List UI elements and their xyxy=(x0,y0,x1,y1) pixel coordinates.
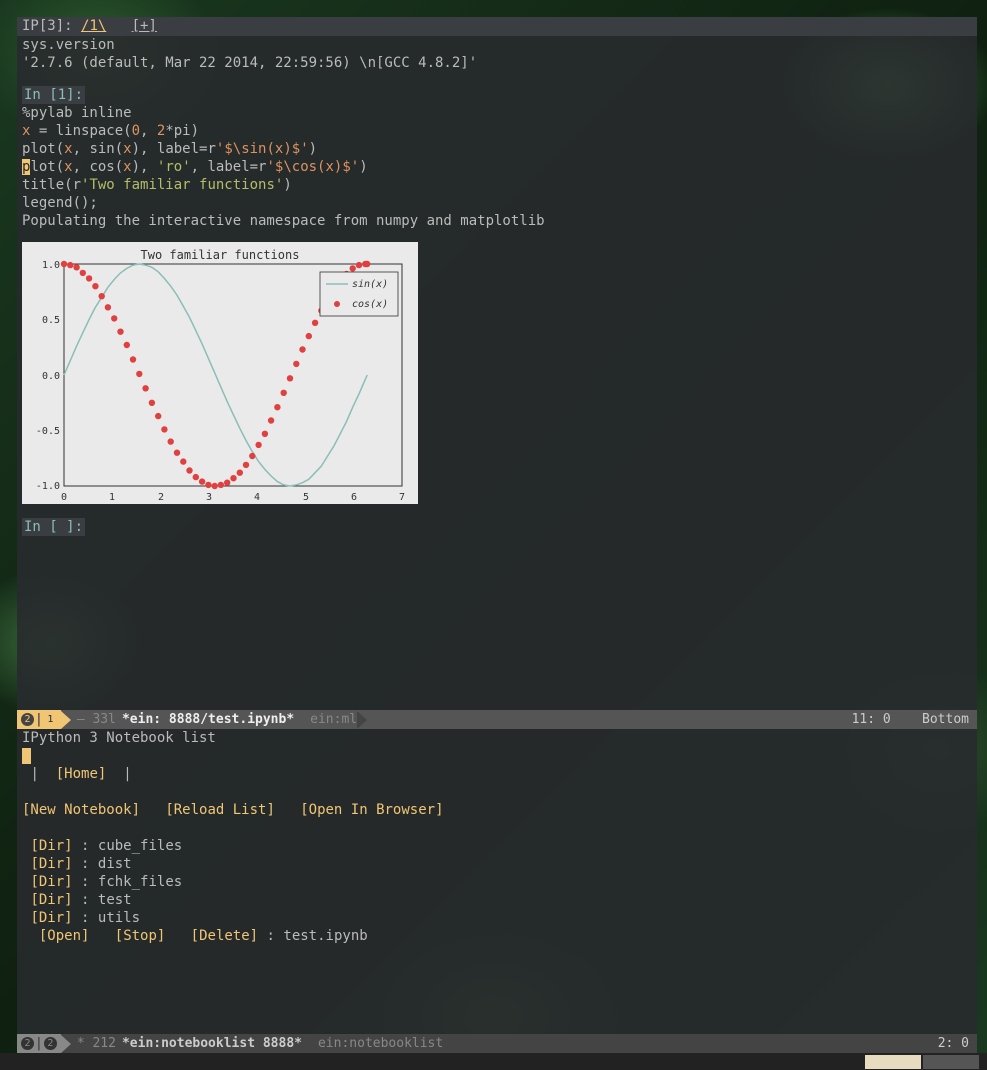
output-line: '2.7.6 (default, Mar 22 2014, 22:59:56) … xyxy=(22,54,972,72)
svg-text:1: 1 xyxy=(109,492,115,503)
major-mode: ein:notebooklist xyxy=(312,1034,449,1053)
header-line: IP[3]: /1\ [+] xyxy=(17,17,977,36)
cell-prompt: In [ ]: xyxy=(22,518,85,536)
ip-label: IP[3]: xyxy=(22,18,73,34)
notebook-actions: [New Notebook] [Reload List] [Open In Br… xyxy=(22,801,972,819)
powerline-arrow-icon xyxy=(61,1035,71,1053)
taskbar-button[interactable] xyxy=(923,1055,979,1069)
powerline-arrow-icon xyxy=(294,711,304,729)
output-line: sys.version xyxy=(22,36,972,54)
kernel-indicator[interactable]: /1\ xyxy=(81,18,106,34)
code-line[interactable]: %pylab inline xyxy=(22,104,972,122)
svg-text:cos(x): cos(x) xyxy=(352,299,388,310)
svg-text:-1.0: -1.0 xyxy=(36,481,60,492)
cell-prompt: In [1]: xyxy=(22,86,85,104)
svg-text:7: 7 xyxy=(399,492,405,503)
code-line[interactable]: legend(); xyxy=(22,194,972,212)
breadcrumb: | [Home] | xyxy=(22,765,972,783)
svg-text:0: 0 xyxy=(61,492,67,503)
list-item: [Dir] : fchk_files xyxy=(22,873,972,891)
svg-text:5: 5 xyxy=(303,492,309,503)
code-line[interactable]: title(r'Two familiar functions') xyxy=(22,176,972,194)
dir-name[interactable]: fchk_files xyxy=(98,874,182,890)
code-line[interactable]: plot(x, sin(x), label=r'$\sin(x)$') xyxy=(22,140,972,158)
cell-output: Populating the interactive namespace fro… xyxy=(22,212,972,230)
dir-name[interactable]: utils xyxy=(98,910,140,926)
svg-text:sin(x): sin(x) xyxy=(352,279,388,290)
open-notebook-button[interactable]: [Open] xyxy=(39,928,90,944)
major-mode: ein:ml xyxy=(304,710,363,729)
dir-tag[interactable]: [Dir] xyxy=(30,856,72,872)
svg-text:0.0: 0.0 xyxy=(42,371,60,382)
code-line[interactable]: plot(x, cos(x), 'ro', label=r'$\cos(x)$'… xyxy=(22,158,972,176)
svg-text:3: 3 xyxy=(206,492,212,503)
list-item: [Dir] : cube_files xyxy=(22,837,972,855)
reload-list-button[interactable]: [Reload List] xyxy=(165,802,275,818)
dir-tag[interactable]: [Dir] xyxy=(30,892,72,908)
list-item: [Dir] : dist xyxy=(22,855,972,873)
delete-notebook-button[interactable]: [Delete] xyxy=(191,928,258,944)
notebook-filename[interactable]: test.ipynb xyxy=(283,928,367,944)
list-item: [Dir] : utils xyxy=(22,909,972,927)
cursor xyxy=(22,748,31,764)
chart-svg: 1.0 0.5 0.0 -0.5 -1.0 0 1 2 3 4 5 6 7 xyxy=(22,242,418,504)
matplotlib-figure: Two familiar functions 1.0 0.5 0.0 -0.5 … xyxy=(22,242,418,504)
emacs-frame: IP[3]: /1\ [+] sys.version '2.7.6 (defau… xyxy=(17,17,977,1053)
svg-text:-0.5: -0.5 xyxy=(36,426,60,437)
powerline-arrow-icon xyxy=(357,711,367,729)
dir-tag[interactable]: [Dir] xyxy=(30,910,72,926)
list-item: [Dir] : test xyxy=(22,891,972,909)
svg-text:6: 6 xyxy=(351,492,357,503)
empty-code-line[interactable] xyxy=(22,536,972,554)
powerline-arrow-icon xyxy=(302,1035,312,1053)
add-cell-button[interactable]: [+] xyxy=(132,18,157,34)
notebook-file-row: [Open] [Stop] [Delete] : test.ipynb xyxy=(22,927,972,945)
stop-notebook-button[interactable]: [Stop] xyxy=(115,928,166,944)
dir-tag[interactable]: [Dir] xyxy=(30,838,72,854)
cursor-position: 2: 0 xyxy=(938,1034,969,1053)
dir-name[interactable]: cube_files xyxy=(98,838,182,854)
taskbar-button[interactable] xyxy=(865,1055,921,1069)
notebooklist-window[interactable]: IPython 3 Notebook list | [Home] | [New … xyxy=(17,729,977,1034)
open-in-browser-button[interactable]: [Open In Browser] xyxy=(300,802,443,818)
window-number-badge: 2|2 xyxy=(17,1034,61,1053)
modeline-top: 2|1 — 33l *ein: 8888/test.ipynb* ein:ml … xyxy=(17,710,977,729)
powerline-arrow-icon xyxy=(61,711,71,729)
code-line[interactable]: x = linspace(0, 2*pi) xyxy=(22,122,972,140)
notebooklist-title: IPython 3 Notebook list xyxy=(22,729,972,747)
breadcrumb-home[interactable]: [Home] xyxy=(56,766,107,782)
window-number-badge: 2|1 xyxy=(17,710,61,729)
cell-1[interactable]: In [1]: %pylab inline x = linspace(0, 2*… xyxy=(17,86,977,230)
modified-indicator: — 33l xyxy=(71,710,122,729)
svg-text:4: 4 xyxy=(254,492,260,503)
cursor-position: 11: 0 Bottom xyxy=(852,710,969,729)
dir-name[interactable]: test xyxy=(98,892,132,908)
svg-text:2: 2 xyxy=(158,492,164,503)
taskbar xyxy=(0,1053,987,1070)
new-notebook-button[interactable]: [New Notebook] xyxy=(22,802,140,818)
svg-text:1.0: 1.0 xyxy=(42,260,60,271)
dir-name[interactable]: dist xyxy=(98,856,132,872)
buffer-name[interactable]: *ein:notebooklist 8888* xyxy=(122,1034,302,1053)
modeline-bottom: 2|2 * 212 *ein:notebooklist 8888* ein:no… xyxy=(17,1034,977,1053)
svg-text:0.5: 0.5 xyxy=(42,315,60,326)
empty-cell[interactable]: In [ ]: xyxy=(17,518,977,554)
buffer-name[interactable]: *ein: 8888/test.ipynb* xyxy=(122,710,294,729)
notebook-editor-window[interactable]: IP[3]: /1\ [+] sys.version '2.7.6 (defau… xyxy=(17,17,977,710)
dir-tag[interactable]: [Dir] xyxy=(30,874,72,890)
cell-output-prev: sys.version '2.7.6 (default, Mar 22 2014… xyxy=(17,36,977,72)
modified-indicator: * 212 xyxy=(71,1034,122,1053)
